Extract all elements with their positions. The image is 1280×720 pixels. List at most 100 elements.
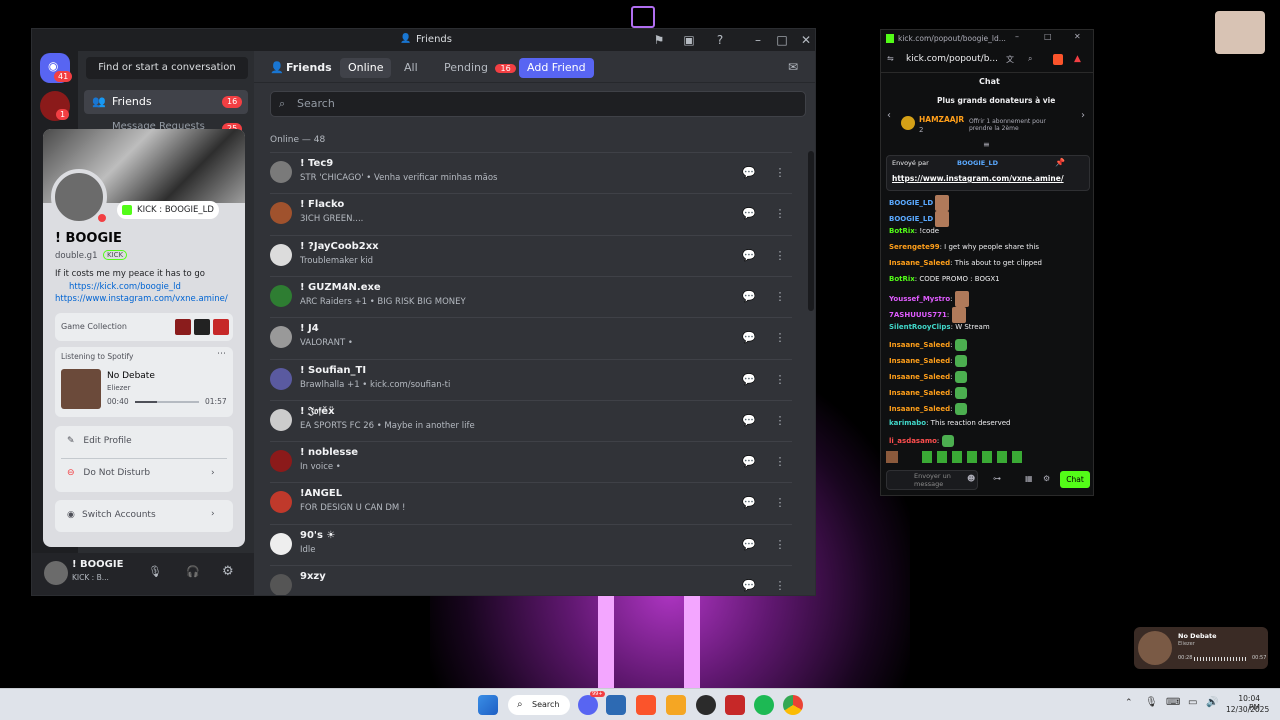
chat-username[interactable]: Insaane_Saleed [889,389,950,397]
chat-message[interactable]: karimabo: This reaction deserved [889,419,1010,427]
friend-row[interactable]: ! noblesse In voice • 💬 ⋮ [270,441,792,482]
chat-username[interactable]: li_asdasamo [889,437,937,445]
maximize-icon[interactable]: □ [775,33,789,47]
chat-username[interactable]: BOOGIE_LD [889,199,933,207]
brave-app-icon[interactable] [636,695,656,715]
chat-username[interactable]: 7ASHUUUS771 [889,311,947,319]
friend-row[interactable]: ! 𝔍𝔬𝔣ĕẍ EA SPORTS FC 26 • Maybe in anoth… [270,399,792,441]
more-options-icon[interactable]: ⋮ [773,455,787,469]
custom-status-pill[interactable]: KICK : BOOGIE_LD [117,201,219,219]
photos-app-icon[interactable] [606,695,626,715]
message-icon[interactable]: 💬 [742,249,756,263]
more-options-icon[interactable]: ⋮ [773,538,787,552]
add-friend-button[interactable]: Add Friend [519,58,594,78]
sub-offer[interactable]: Offrir 1 abonnement pour prendre la 2ème [969,118,1059,132]
chat-username[interactable]: Insaane_Saleed [889,357,950,365]
headphones-icon[interactable]: 🎧 [186,565,200,578]
chevron-left-icon[interactable]: ‹ [887,110,891,121]
desktop-icon[interactable] [631,6,655,28]
app-icon[interactable] [725,695,745,715]
friend-row[interactable]: 9xzy 💬 ⋮ [270,565,792,595]
chat-message[interactable]: 7ASHUUUS771: [889,307,966,323]
app-icon[interactable] [666,695,686,715]
chat-message[interactable]: Insaane_Saleed: This about to get clippe… [889,259,1042,267]
points-icon[interactable]: ⊶ [993,474,1001,483]
close-icon[interactable]: ✕ [799,33,813,47]
emoji-icon[interactable]: ☻ [967,474,975,483]
more-options-icon[interactable]: ⋮ [773,166,787,180]
find-conversation-button[interactable]: Find or start a conversation [86,57,248,79]
close-icon[interactable]: ✕ [1074,32,1081,41]
chat-message[interactable]: Insaane_Saleed: [889,387,967,399]
chat-username[interactable]: Insaane_Saleed [889,405,950,413]
keyboard-icon[interactable]: ⌨ [1166,697,1180,708]
more-options-icon[interactable]: ⋮ [773,331,787,345]
tab-pending[interactable]: Pending 16 [436,58,524,78]
tab-all[interactable]: All [396,58,426,78]
user-avatar[interactable] [44,561,68,585]
chat-username[interactable]: Serengete99 [889,243,940,251]
chat-username[interactable]: BOOGIE_LD [889,215,933,223]
message-icon[interactable]: 💬 [742,579,756,593]
new-group-dm-icon[interactable]: ✉ [788,60,798,74]
chat-message[interactable]: BotRix: CODE PROMO : BOGX1 [889,275,1000,283]
search-icon[interactable]: ⌕ [1028,54,1032,64]
friend-row[interactable]: ! ?JayCoob2xx Troublemaker kid 💬 ⋮ [270,234,792,276]
more-options-icon[interactable]: ⋮ [773,207,787,221]
chat-username[interactable]: karimabo [889,419,926,427]
more-options-icon[interactable]: ⋮ [773,414,787,428]
rewards-icon[interactable]: ▲ [1074,54,1081,64]
friend-row[interactable]: ! Flacko 3ICH GREEN.... 💬 ⋮ [270,193,792,234]
message-icon[interactable]: 💬 [742,207,756,221]
send-chat-button[interactable]: Chat [1060,471,1090,488]
maximize-icon[interactable]: □ [1044,32,1052,41]
more-options-icon[interactable]: ⋮ [773,579,787,593]
settings-gear-icon[interactable]: ⚙ [1043,474,1050,483]
pin-icon[interactable]: 📌 [1055,158,1065,167]
microphone-icon[interactable]: 🎙 [148,565,162,578]
settings-gear-icon[interactable]: ⚙ [222,564,234,579]
network-icon[interactable]: ▭ [1188,697,1197,708]
obs-app-icon[interactable] [696,695,716,715]
server-icon[interactable]: 1 [40,91,70,121]
minimize-icon[interactable]: – [1015,32,1019,41]
media-mini-player[interactable]: No Debate Eliezer 00:28 00:57 [1134,627,1268,669]
chat-username[interactable]: BotRix [889,275,915,283]
chat-username[interactable]: BotRix [889,227,915,235]
discord-app-icon[interactable] [578,695,598,715]
message-icon[interactable]: 💬 [742,538,756,552]
friend-row[interactable]: ! Soufian_TI Brawlhalla +1 • kick.com/so… [270,358,792,400]
volume-icon[interactable]: 🔊 [1206,697,1218,708]
chat-username[interactable]: SilentRooyClips [889,323,951,331]
clock-date[interactable]: 12/30/2025 [1226,705,1269,714]
chat-username[interactable]: Youssef_Mystro [889,295,950,303]
message-icon[interactable]: 💬 [742,414,756,428]
status-dnd-button[interactable]: ⊖ Do Not Disturb [67,468,150,478]
chat-message[interactable]: Youssef_Mystro: [889,291,969,307]
chat-message[interactable]: Insaane_Saleed: [889,339,967,351]
start-button[interactable] [478,695,498,715]
message-icon[interactable]: 💬 [742,373,756,387]
flag-icon[interactable]: ⚑ [652,33,666,47]
sidebar-item-friends[interactable]: 👥 Friends 16 [84,90,248,114]
help-icon[interactable]: ? [713,33,727,47]
chat-message[interactable]: Serengete99: I get why people share this [889,243,1039,251]
chat-message[interactable]: BOOGIE_LD [889,195,950,211]
chat-message[interactable]: BOOGIE_LD [889,211,950,227]
message-icon[interactable]: 💬 [742,166,756,180]
chat-username[interactable]: Insaane_Saleed [889,341,950,349]
profile-avatar[interactable] [51,169,109,225]
more-options-icon[interactable]: ⋮ [773,249,787,263]
chat-input[interactable]: Envoyer un message ☻ [886,470,978,490]
message-icon[interactable]: 💬 [742,455,756,469]
collapse-icon[interactable]: ≡ [983,140,990,149]
chrome-app-icon[interactable] [783,695,803,715]
message-icon[interactable]: 💬 [742,496,756,510]
chat-message[interactable]: BotRix: !code [889,227,939,235]
friend-row[interactable]: ! GUZM4N.exe ARC Raiders +1 • BIG RISK B… [270,275,792,317]
emote-icon[interactable] [922,451,1022,463]
chevron-up-icon[interactable]: ⌃ [1125,698,1133,708]
tab-online[interactable]: Online [340,58,392,78]
brave-shield-icon[interactable] [1053,54,1063,65]
chat-message[interactable]: li_asdasamo: [889,435,954,447]
